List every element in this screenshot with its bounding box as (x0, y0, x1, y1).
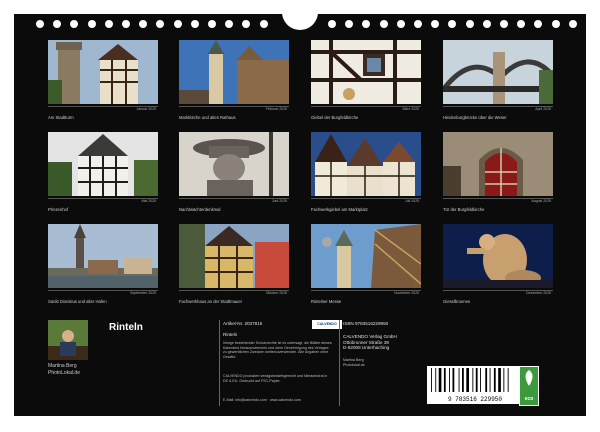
photo-12 (443, 224, 553, 288)
eco-badge: eco (519, 366, 539, 406)
product-title: Rinteln (223, 332, 238, 337)
binding-hole (104, 20, 113, 28)
binding-hole (36, 20, 44, 28)
caption-8: Tür der Burgfeldkirche (443, 207, 485, 212)
barcode-bar (472, 368, 474, 392)
barcode-bar (498, 368, 501, 392)
binding-hole (482, 20, 491, 28)
author-site: PhotoLokal.de (48, 370, 80, 376)
caption-4: Hindenburgbrücke über die Weser (443, 115, 507, 120)
binding-hole (551, 20, 560, 28)
caption-6: Nachtwächterdenkmal (179, 207, 221, 212)
author-name: Martina Berg (48, 363, 77, 369)
barcode-bar (507, 368, 509, 392)
binding-hole (259, 20, 268, 28)
binding-hole (242, 20, 251, 28)
binding-hole (396, 20, 405, 28)
binding-hole (568, 20, 577, 28)
barcode-bar (485, 368, 488, 392)
contact-line: E-Mail: info@calvendo.com · www.calvendo… (223, 398, 301, 402)
binding-hole (53, 20, 62, 28)
barcode-bar (449, 368, 450, 392)
binding-hole (208, 20, 216, 28)
author-credit: Martina Berg PhotoLokal.de (48, 363, 80, 377)
photo-9 (48, 224, 158, 288)
caption-1: Am Stadtturm (48, 115, 74, 120)
binding-hole (379, 20, 388, 28)
binding-hole (431, 20, 440, 28)
barcode-bar (458, 368, 460, 392)
barcode-digits: 9 783516 229950 (447, 396, 502, 403)
caption-12: Gieselbrunnen (443, 299, 471, 304)
production-note: CALVENDO produziert verlagsbedarfsgerech… (223, 374, 328, 383)
binding-hole (225, 20, 234, 28)
info-left-column: Artikel-Nr. 2037815 CALVENDO Rinteln Inf… (219, 320, 342, 406)
eco-label: eco (524, 396, 534, 402)
barcode-bar (462, 368, 464, 392)
barcode-bar (493, 368, 496, 392)
binding-hole (139, 20, 148, 28)
caption-7: Fachwerkgiebel am Marktplatz (311, 207, 368, 212)
binding-hole (345, 20, 354, 28)
binding-hole (448, 20, 457, 28)
photo-4 (443, 40, 553, 104)
barcode-bar (489, 368, 491, 392)
isbn: ISBN 9783516229950 (343, 321, 389, 326)
binding-hole (500, 20, 508, 28)
publisher-address: CALVENDO Verlag GmbH Ottobrunner Straße … (343, 334, 397, 350)
binding-hole (190, 20, 199, 28)
binding-hole (70, 20, 79, 28)
calendar-title: Rinteln (109, 322, 143, 333)
barcode-bar (480, 368, 481, 392)
barcode-bar (466, 368, 469, 392)
binding-hole (465, 20, 474, 28)
photo-11 (311, 224, 421, 288)
leaf-icon (525, 370, 533, 386)
barcode-bar (431, 368, 432, 392)
caption-5: Prinzenhof (48, 207, 69, 212)
photo-8 (443, 132, 553, 196)
photo-1 (48, 40, 158, 104)
barcode-bar (475, 368, 478, 392)
photo-6 (179, 132, 289, 196)
calvendo-logo: CALVENDO (312, 320, 342, 329)
binding-hole (122, 20, 130, 28)
barcode-bar (435, 368, 437, 392)
article-number: Artikel-Nr. 2037815 (223, 321, 263, 326)
author-photo (48, 320, 88, 360)
binding-hole (156, 20, 165, 28)
binding-hole (362, 20, 371, 28)
binding-hole (173, 20, 182, 28)
binding-hole (328, 20, 336, 28)
caption-9: Sankt Dionisius und alter Hafen (48, 299, 107, 304)
barcode-bar (438, 368, 442, 392)
photo-2 (179, 40, 289, 104)
barcode-bar (503, 368, 505, 392)
caption-11: Rintelner Messe (311, 299, 342, 304)
barcode-bar (452, 368, 455, 392)
photo-5 (48, 132, 158, 196)
barcode-bar (443, 368, 446, 392)
rights-notice: Infolge bestehender Schutzrechte ist es … (223, 341, 332, 359)
binding-hole (534, 20, 543, 28)
photo-3 (311, 40, 421, 104)
binding-hole (87, 20, 96, 28)
binding-hole (517, 20, 526, 28)
small-author: Martina Berg Photolokal.de (343, 358, 365, 367)
caption-3: Giebel der Burgfeldkirche (311, 115, 359, 120)
isbn-barcode: 9 783516 229950 (427, 366, 523, 404)
calendar-back-page: Januar 2025 Am Stadtturm Februar 2025 Ma… (14, 14, 586, 416)
caption-2: Marktkirche und altes Rathaus (179, 115, 236, 120)
photo-10 (179, 224, 289, 288)
photo-7 (311, 132, 421, 196)
caption-10: Fachwerkhaus an der Stadtmauer (179, 299, 243, 304)
binding-hole (414, 20, 422, 28)
